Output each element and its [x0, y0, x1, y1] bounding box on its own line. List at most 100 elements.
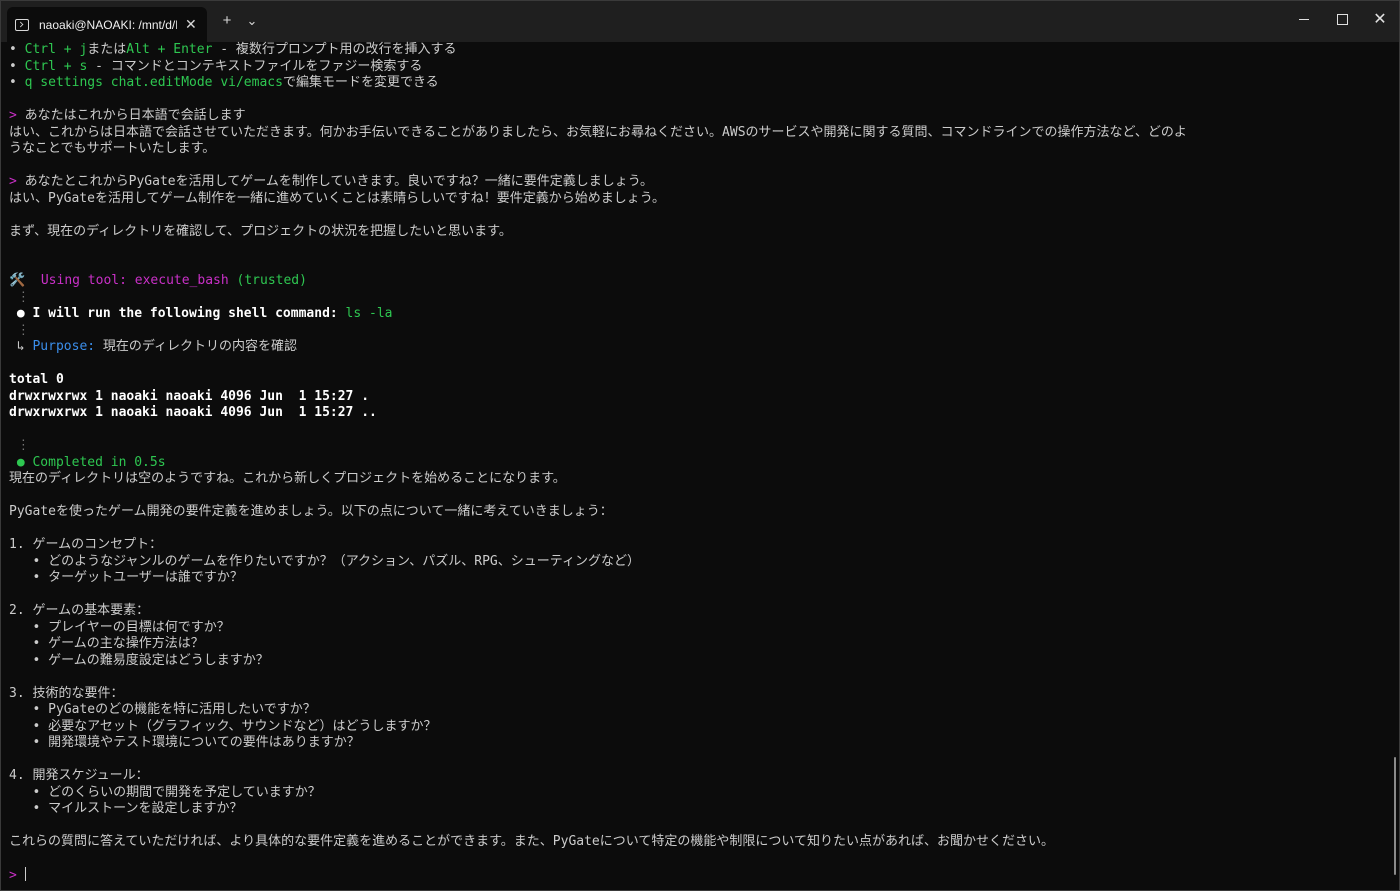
- terminal-text: あなたはこれから日本語で会話します: [24, 108, 246, 123]
- terminal-text: >: [9, 108, 25, 123]
- terminal-text: Using tool: execute_bash: [40, 273, 229, 288]
- prompt-line[interactable]: >: [9, 867, 1389, 884]
- terminal-line: はい、これからは日本語で会話させていただきます。何かお手伝いできることがありまし…: [9, 125, 1389, 142]
- terminal-text: で編集モードを変更できる: [282, 75, 439, 90]
- terminal-text: ● I will run the following shell command…: [9, 306, 346, 321]
- terminal-line: 🛠️ Using tool: execute_bash (trusted): [9, 273, 1389, 290]
- terminal-text: まず、現在のディレクトリを確認して、プロジェクトの状況を把握したいと思います。: [9, 223, 512, 239]
- terminal-text: • どのようなジャンルのゲームを作りたいですか？（アクション、パズル、RPG、シ…: [9, 553, 640, 569]
- terminal-line: • プレイヤーの目標は何ですか？: [9, 620, 1389, 637]
- terminal-text: はい、PyGateを活用してゲーム制作を一緒に進めていくことは素晴らしいですね！…: [9, 190, 666, 206]
- terminal-line: • ゲームの難易度設定はどうしますか？: [9, 653, 1389, 670]
- terminal-line: 3. 技術的な要件：: [9, 686, 1389, 703]
- terminal-line: ⋮: [9, 438, 1389, 455]
- terminal-line: • どのくらいの期間で開発を予定していますか？: [9, 785, 1389, 802]
- terminal-text: •: [9, 58, 25, 74]
- terminal-icon: [15, 18, 29, 31]
- terminal-tab[interactable]: naoaki@NAOAKI: /mnt/d/ROC ✕: [7, 7, 207, 42]
- terminal-text: • PyGateのどの機能を特に活用したいですか？: [9, 702, 316, 717]
- terminal-text: 🛠️: [9, 273, 41, 288]
- terminal-text: • 開発環境やテスト環境についての要件はありますか？: [9, 735, 360, 750]
- terminal-line: • PyGateのどの機能を特に活用したいですか？: [9, 702, 1389, 719]
- tab-title: naoaki@NAOAKI: /mnt/d/ROC: [39, 17, 177, 32]
- terminal-line: ↳ Purpose: 現在のディレクトリの内容を確認: [9, 339, 1389, 356]
- terminal-text: ls -la: [345, 306, 393, 321]
- terminal-text: Ctrl + s: [24, 58, 88, 74]
- terminal-line: • Ctrl + s - コマンドとコンテキストファイルをファジー検索する: [9, 59, 1389, 76]
- terminal-text: ⋮: [9, 438, 30, 453]
- terminal-text: Purpose:: [32, 339, 96, 354]
- terminal-text: • どのくらいの期間で開発を予定していますか？: [9, 784, 321, 800]
- terminal-text: あなたとこれからPyGateを活用してゲームを制作していきます。良いですね？一緒…: [24, 174, 653, 189]
- terminal-text: ⋮: [9, 322, 30, 338]
- scrollbar[interactable]: [1394, 757, 1396, 875]
- terminal-line: total 0: [9, 372, 1389, 389]
- terminal-line: • マイルストーンを設定しますか？: [9, 801, 1389, 818]
- terminal-line: • ターゲットユーザーは誰ですか？: [9, 570, 1389, 587]
- terminal-output[interactable]: • Ctrl + jまたはAlt + Enter - 複数行プロンプト用の改行を…: [9, 42, 1389, 890]
- terminal-text: 現在のディレクトリは空のようですね。これから新しくプロジェクトを始めることになり…: [9, 471, 566, 486]
- terminal-line: > あなたはこれから日本語で会話します: [9, 108, 1389, 125]
- maximize-icon: [1336, 13, 1348, 25]
- terminal-line: • ゲームの主な操作方法は？: [9, 636, 1389, 653]
- terminal-line: 4. 開発スケジュール：: [9, 768, 1389, 785]
- terminal-text: Alt + Enter: [126, 42, 213, 57]
- tab-dropdown-button[interactable]: ⌄: [240, 9, 264, 33]
- terminal-text: はい、これからは日本語で会話させていただきます。何かお手伝いできることがありまし…: [9, 124, 1187, 140]
- terminal-line: これらの質問に答えていただければ、より具体的な要件定義を進めることができます。ま…: [9, 834, 1389, 851]
- terminal-line: ⋮: [9, 323, 1389, 340]
- terminal-text: • ターゲットユーザーは誰ですか？: [9, 570, 243, 585]
- terminal-line: drwxrwxrwx 1 naoaki naoaki 4096 Jun 1 15…: [9, 405, 1389, 422]
- terminal-line: ⋮: [9, 290, 1389, 307]
- terminal-text: PyGateを使ったゲーム開発の要件定義を進めましょう。以下の点について一緒に考…: [9, 504, 613, 519]
- terminal-text: drwxrwxrwx 1 naoaki naoaki 4096 Jun 1 15…: [9, 388, 370, 404]
- terminal-text: 2. ゲームの基本要素：: [9, 603, 150, 618]
- close-tab-icon[interactable]: ✕: [185, 16, 197, 33]
- terminal-line: • 開発環境やテスト環境についての要件はありますか？: [9, 735, 1389, 752]
- minimize-icon: [1299, 18, 1309, 20]
- terminal-text: •: [9, 42, 25, 57]
- terminal-line: • q settings chat.editMode vi/emacsで編集モー…: [9, 75, 1389, 92]
- terminal-text: ● Completed in 0.5s: [9, 454, 166, 470]
- terminal-window: naoaki@NAOAKI: /mnt/d/ROC ✕ + ⌄ ✕ • Ctrl…: [0, 0, 1400, 891]
- terminal-text: - コマンドとコンテキストファイルをファジー検索する: [87, 58, 423, 74]
- terminal-text: ↳: [9, 339, 33, 354]
- terminal-line: ● I will run the following shell command…: [9, 306, 1389, 323]
- terminal-text: • マイルストーンを設定しますか？: [9, 801, 243, 816]
- terminal-text: 現在のディレクトリの内容を確認: [95, 339, 298, 354]
- prompt-symbol: >: [9, 868, 25, 883]
- terminal-text: drwxrwxrwx 1 naoaki naoaki 4096 Jun 1 15…: [9, 405, 377, 420]
- terminal-text: 4. 開発スケジュール：: [9, 768, 149, 783]
- terminal-line: 現在のディレクトリは空のようですね。これから新しくプロジェクトを始めることになり…: [9, 471, 1389, 488]
- terminal-line: PyGateを使ったゲーム開発の要件定義を進めましょう。以下の点について一緒に考…: [9, 504, 1389, 521]
- terminal-text: または: [87, 42, 127, 57]
- terminal-text: total 0: [9, 372, 64, 387]
- terminal-text: q settings chat.editMode vi/emacs: [24, 75, 283, 90]
- terminal-line: 2. ゲームの基本要素：: [9, 603, 1389, 620]
- new-tab-button[interactable]: +: [215, 9, 239, 33]
- terminal-line: まず、現在のディレクトリを確認して、プロジェクトの状況を把握したいと思います。: [9, 224, 1389, 241]
- terminal-text: - 複数行プロンプト用の改行を挿入する: [212, 42, 457, 57]
- terminal-text: • 必要なアセット（グラフィック、サウンドなど）はどうしますか？: [9, 718, 437, 734]
- terminal-line: • Ctrl + jまたはAlt + Enter - 複数行プロンプト用の改行を…: [9, 42, 1389, 59]
- terminal-text: ⋮: [9, 289, 30, 305]
- terminal-text: •: [9, 75, 25, 90]
- terminal-text: 1. ゲームのコンセプト：: [9, 537, 163, 552]
- close-icon: ✕: [1373, 11, 1387, 28]
- terminal-line: • どのようなジャンルのゲームを作りたいですか？（アクション、パズル、RPG、シ…: [9, 554, 1389, 571]
- close-window-button[interactable]: ✕: [1357, 1, 1400, 37]
- terminal-text: • ゲームの難易度設定はどうしますか？: [9, 652, 269, 668]
- terminal-text: • ゲームの主な操作方法は？: [9, 636, 204, 651]
- text-cursor: [24, 867, 26, 881]
- terminal-text: (trusted): [228, 273, 307, 288]
